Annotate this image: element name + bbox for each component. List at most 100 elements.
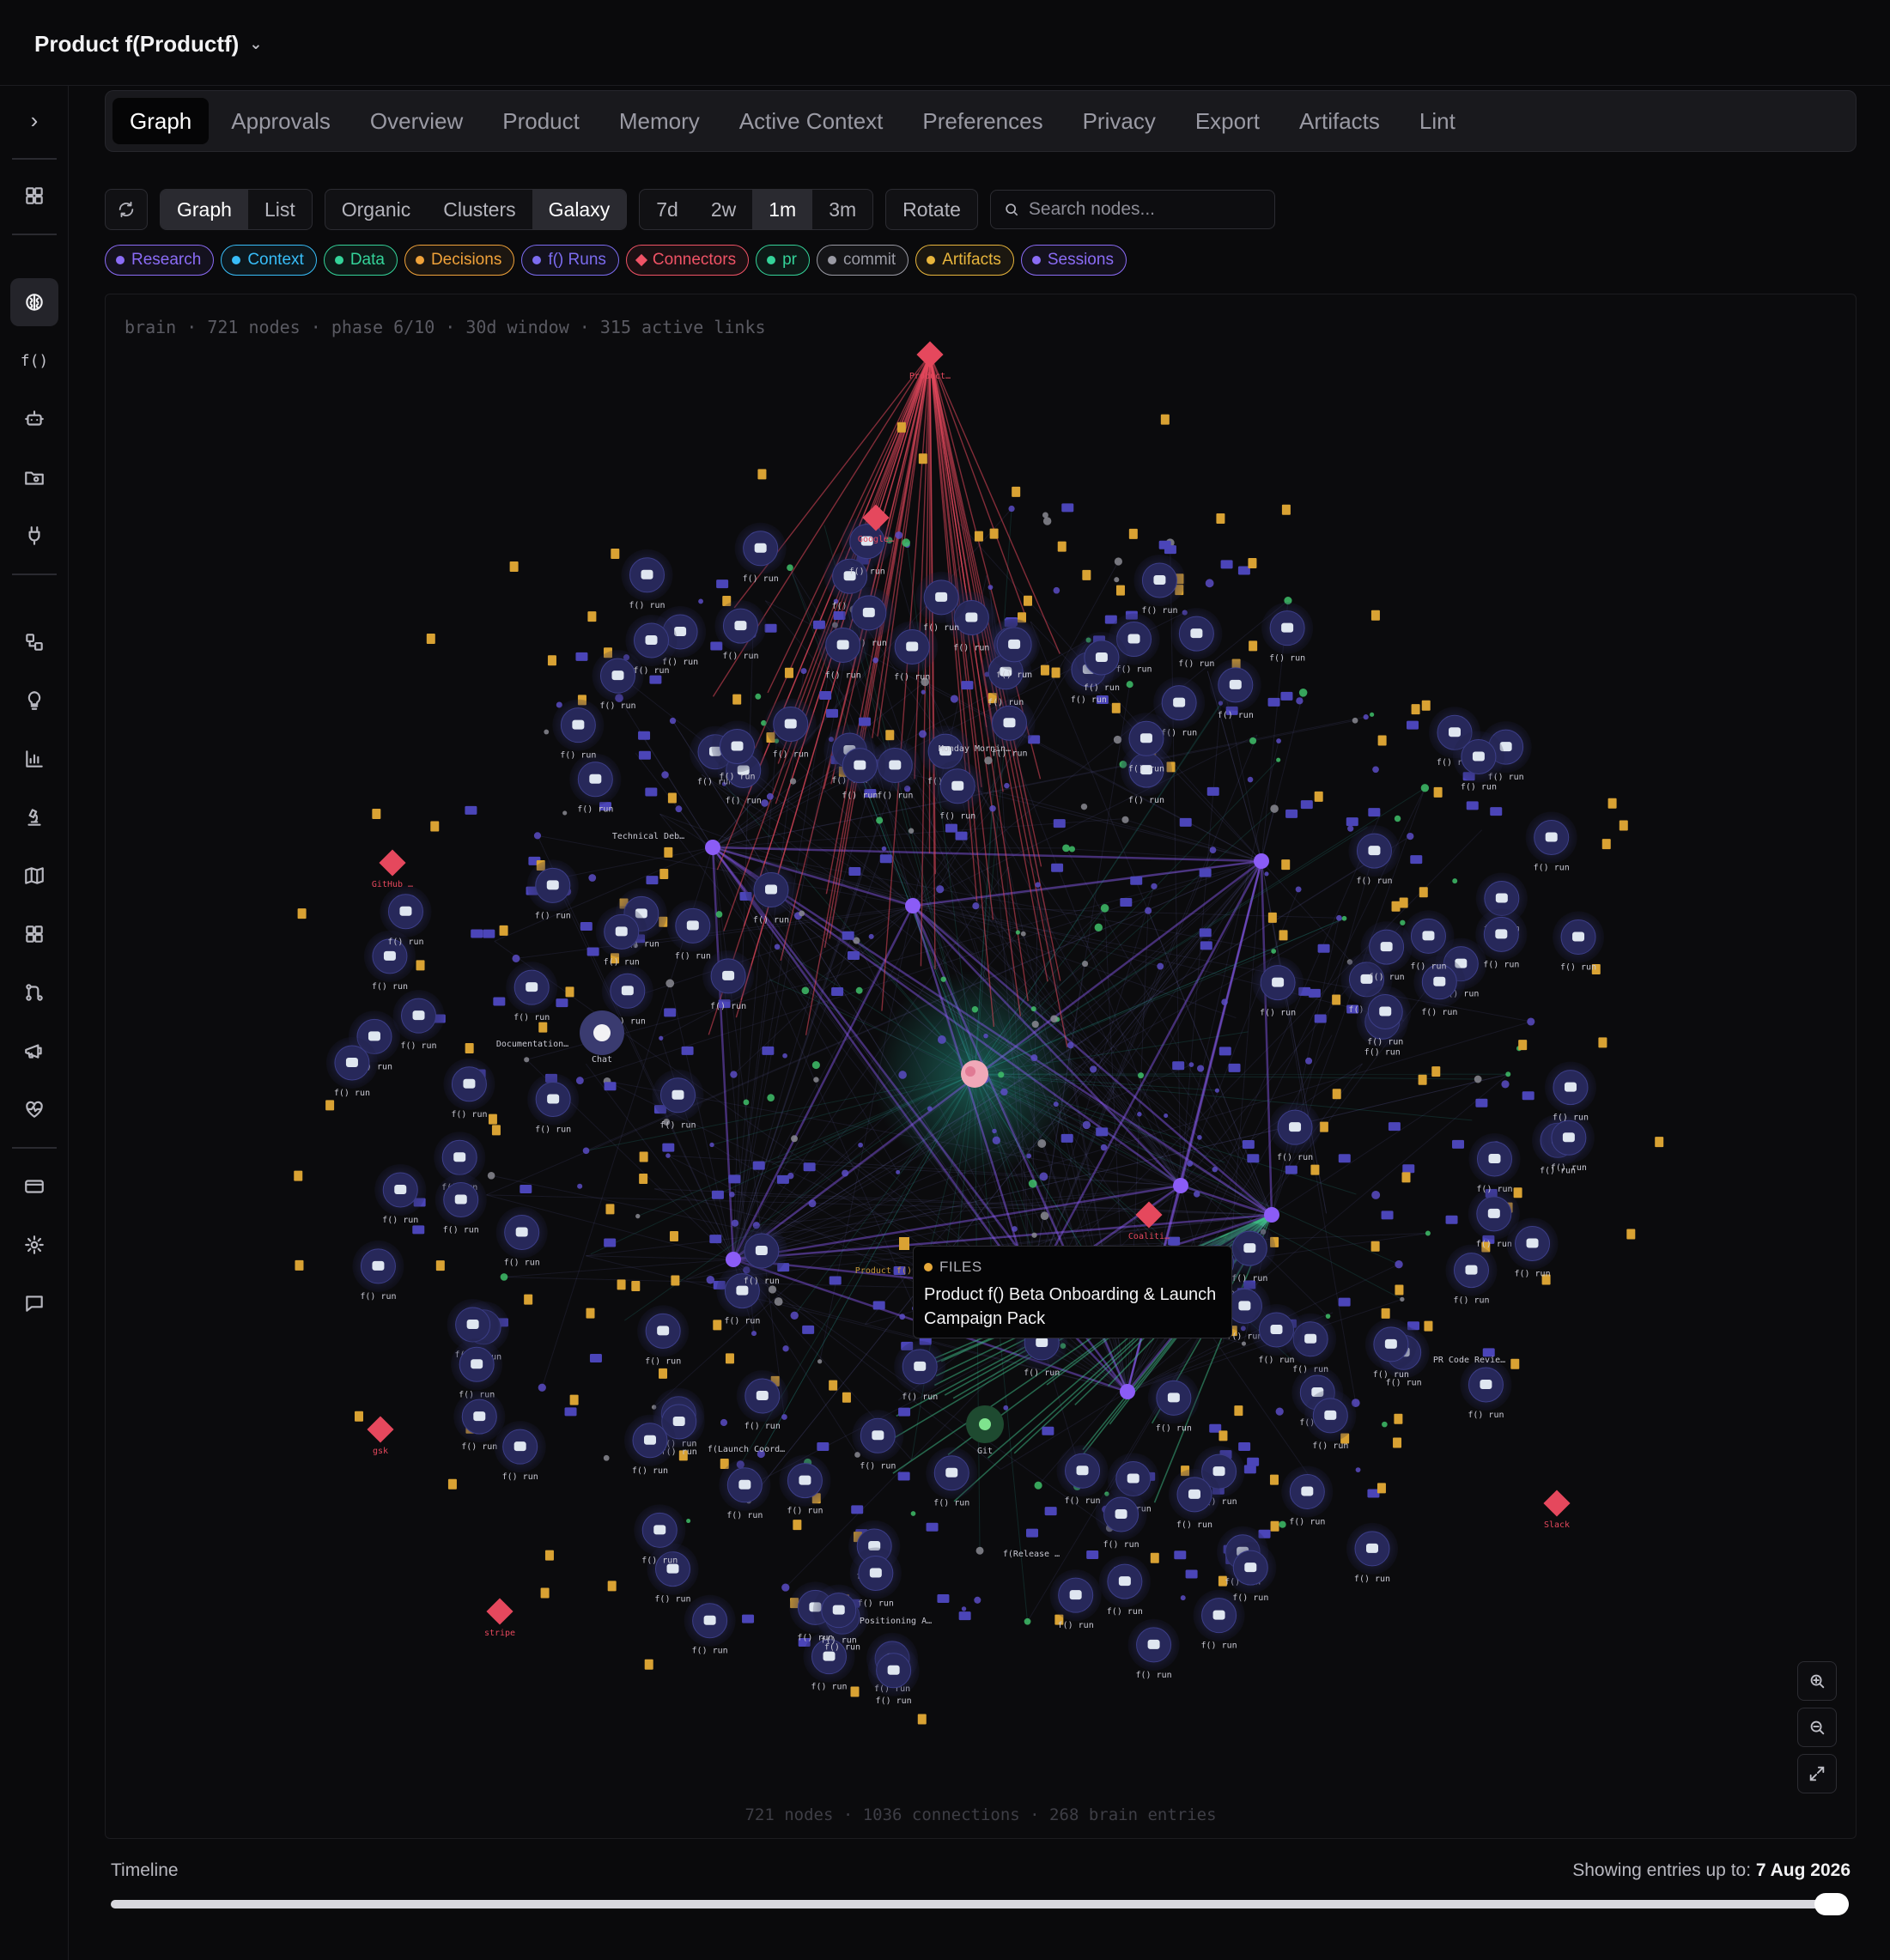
view-list-button[interactable]: List xyxy=(248,190,312,229)
dashboard-icon[interactable] xyxy=(10,172,58,220)
hub-link xyxy=(712,846,1262,863)
expand-sidebar-button[interactable]: › xyxy=(10,96,58,144)
filter-chip-label: Connectors xyxy=(652,251,737,269)
file-node xyxy=(899,1237,909,1250)
microscope-icon[interactable] xyxy=(10,793,58,841)
graph-link xyxy=(1085,860,1262,1126)
filter-chip-research[interactable]: Research xyxy=(105,245,215,276)
tag-node xyxy=(812,620,825,629)
lightbulb-icon[interactable] xyxy=(10,677,58,725)
filter-chip-sessions[interactable]: Sessions xyxy=(1020,245,1127,276)
tab-graph[interactable]: Graph xyxy=(112,98,210,144)
filter-chip-f-runs[interactable]: f() Runs xyxy=(521,245,619,276)
plug-icon[interactable] xyxy=(10,512,58,560)
tab-export[interactable]: Export xyxy=(1178,98,1277,144)
tab-overview[interactable]: Overview xyxy=(353,98,480,144)
brain-icon[interactable] xyxy=(10,278,58,326)
chart-icon[interactable] xyxy=(10,735,58,783)
git-icon[interactable] xyxy=(10,968,58,1016)
search-input[interactable] xyxy=(1028,199,1261,220)
functions-nav-item[interactable]: f() xyxy=(10,337,58,385)
graph-node-dot xyxy=(1187,1160,1194,1167)
timeline-status: Showing entries up to: 7 Aug 2026 xyxy=(1572,1860,1850,1881)
bot-icon xyxy=(756,1391,769,1401)
graph-node-dot xyxy=(1062,844,1070,853)
bot-icon xyxy=(1545,832,1558,842)
fullscreen-button[interactable] xyxy=(1797,1754,1837,1793)
tab-artifacts[interactable]: Artifacts xyxy=(1282,98,1397,144)
megaphone-icon[interactable] xyxy=(10,1027,58,1075)
bot-icon xyxy=(1095,652,1108,663)
graph-node-dot xyxy=(487,1172,495,1180)
file-node xyxy=(538,1022,548,1033)
run-node-label: f() run xyxy=(654,1595,690,1605)
folder-icon[interactable] xyxy=(10,453,58,501)
file-node xyxy=(974,531,983,542)
project-selector[interactable]: Product f(Productf) ⌄ xyxy=(34,31,262,58)
layout-organic-button[interactable]: Organic xyxy=(325,190,428,229)
graph-svg[interactable]: f() run f() run f() run f() run f() run f() r… xyxy=(106,294,1857,1839)
tab-memory[interactable]: Memory xyxy=(602,98,717,144)
tag-node xyxy=(1238,1442,1251,1452)
zoom-out-button[interactable] xyxy=(1797,1708,1837,1747)
file-node xyxy=(989,528,999,539)
filter-chip-connectors[interactable]: Connectors xyxy=(625,245,750,276)
bot-icon[interactable] xyxy=(10,395,58,443)
range-3m-button[interactable]: 3m xyxy=(812,190,872,229)
graph-node-dot xyxy=(855,986,863,994)
graph-node-dot xyxy=(1151,883,1158,890)
bot-icon xyxy=(672,1416,685,1426)
timeline-slider-thumb[interactable] xyxy=(1814,1893,1849,1915)
tab-product[interactable]: Product xyxy=(485,98,597,144)
workflow-icon[interactable] xyxy=(10,618,58,666)
layout-clusters-button[interactable]: Clusters xyxy=(427,190,532,229)
graph-canvas[interactable]: f() run f() run f() run f() run f() run f() r… xyxy=(105,294,1857,1839)
filter-chip-pr[interactable]: pr xyxy=(756,245,810,276)
rail-divider xyxy=(12,1147,57,1149)
filter-chip-decisions[interactable]: Decisions xyxy=(404,245,515,276)
layout-galaxy-button[interactable]: Galaxy xyxy=(532,190,627,229)
zoom-in-button[interactable] xyxy=(1797,1661,1837,1701)
grid-icon[interactable] xyxy=(10,910,58,958)
rotate-button[interactable]: Rotate xyxy=(886,190,977,229)
view-graph-button[interactable]: Graph xyxy=(161,190,248,229)
card-icon[interactable] xyxy=(10,1162,58,1211)
range-1m-button[interactable]: 1m xyxy=(752,190,813,229)
bot-icon xyxy=(869,1568,882,1578)
map-icon[interactable] xyxy=(10,852,58,900)
graph-node-dot xyxy=(1501,1080,1510,1089)
tab-privacy[interactable]: Privacy xyxy=(1066,98,1173,144)
bot-icon xyxy=(1366,1543,1379,1553)
run-node-label: f() run xyxy=(1468,1411,1504,1420)
filter-chip-data[interactable]: Data xyxy=(323,245,398,276)
graph-node-dot xyxy=(992,1136,1001,1145)
graph-node-dot xyxy=(1214,1088,1219,1093)
filter-chip-commit[interactable]: commit xyxy=(816,245,909,276)
range-2w-button[interactable]: 2w xyxy=(695,190,752,229)
heart-pulse-icon[interactable] xyxy=(10,1085,58,1133)
tab-preferences[interactable]: Preferences xyxy=(905,98,1060,144)
tag-node xyxy=(826,708,839,718)
graph-node-dot xyxy=(1407,832,1414,840)
file-node xyxy=(1082,569,1091,580)
chevron-down-icon: ⌄ xyxy=(249,35,263,52)
settings-icon[interactable] xyxy=(10,1221,58,1269)
tab-approvals[interactable]: Approvals xyxy=(214,98,348,144)
refresh-button[interactable] xyxy=(105,189,148,230)
graph-node-dot xyxy=(800,668,807,675)
file-node xyxy=(1267,912,1277,923)
graph-node-dot xyxy=(1004,782,1010,789)
file-node xyxy=(1401,1172,1411,1183)
graph-node-dot xyxy=(1527,1017,1535,1026)
filter-chip-artifacts[interactable]: Artifacts xyxy=(915,245,1014,276)
message-icon[interactable] xyxy=(10,1279,58,1327)
graph-node-dot xyxy=(950,695,958,703)
graph-node-dot xyxy=(817,1359,823,1364)
filter-chip-context[interactable]: Context xyxy=(221,245,317,276)
bot-icon xyxy=(1495,929,1508,939)
tab-active-context[interactable]: Active Context xyxy=(722,98,901,144)
tab-lint[interactable]: Lint xyxy=(1402,98,1473,144)
timeline-slider[interactable] xyxy=(111,1893,1849,1915)
range-7d-button[interactable]: 7d xyxy=(640,190,695,229)
graph-node-dot xyxy=(898,1071,907,1079)
